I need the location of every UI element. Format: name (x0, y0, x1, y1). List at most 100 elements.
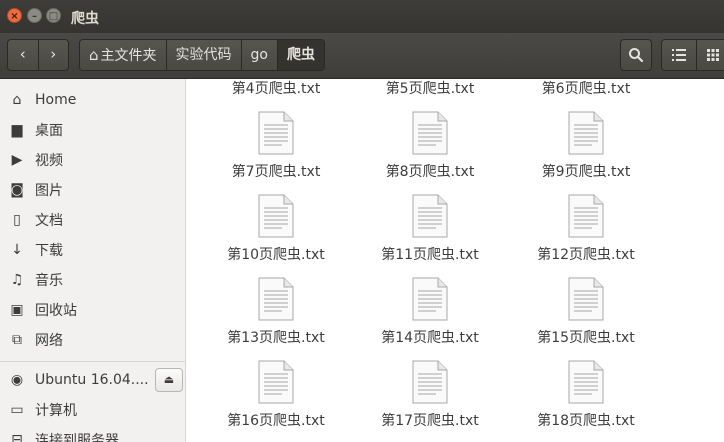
sidebar-item-desktop[interactable]: ▆ 桌面 (0, 115, 186, 145)
sidebar-item-label: 计算机 (35, 403, 77, 419)
breadcrumb-home[interactable]: ⌂ 主文件夹 (80, 40, 167, 70)
list-view-button[interactable] (662, 40, 696, 70)
video-icon: ▶ (11, 152, 23, 168)
folder-icon: ▆ (11, 122, 23, 138)
breadcrumb-code-folder[interactable]: 实验代码 (166, 40, 242, 70)
file-name: 第7页爬虫.txt (231, 164, 321, 180)
sidebar-item-connect-server[interactable]: ⊟ 连接到服务器 (0, 425, 186, 442)
file-item[interactable]: 第18页爬虫.txt (524, 360, 648, 440)
sidebar-item-trash[interactable]: ▣ 回收站 (0, 295, 186, 325)
sidebar-item-label: 视频 (35, 153, 63, 169)
camera-icon: ◙ (10, 182, 24, 198)
sidebar-item-label: 下载 (35, 243, 63, 259)
file-name: 第11页爬虫.txt (381, 247, 479, 263)
file-item[interactable]: 第10页爬虫.txt (214, 194, 338, 274)
disc-icon: ◉ (10, 372, 24, 388)
sidebar-item-label: 图片 (35, 183, 63, 199)
file-grid: 第4页爬虫.txt 第5页爬虫.txt 第6页爬虫.txt 第7页爬虫.txt … (186, 79, 724, 442)
file-name: 第10页爬虫.txt (227, 247, 325, 263)
list-icon (671, 49, 686, 61)
file-item[interactable]: 第11页爬虫.txt (368, 194, 492, 274)
sidebar-item-label: Ubuntu 16.04.... (35, 372, 149, 388)
title-bar: × – □ 爬虫 (0, 0, 724, 33)
text-file-icon (412, 360, 448, 404)
text-file-icon (568, 277, 604, 321)
header-bar: ‹ › ⌂ 主文件夹 实验代码 go 爬虫 (0, 33, 724, 79)
sidebar: ⌂ Home ▆ 桌面 ▶ 视频 ◙ 图片 ▯ 文档 ↓ 下载 ♫ 音乐 ▣ 回 (0, 79, 186, 442)
home-icon: ⌂ (89, 46, 99, 64)
sidebar-item-pictures[interactable]: ◙ 图片 (0, 175, 186, 205)
sidebar-item-label: 连接到服务器 (35, 433, 119, 442)
file-item[interactable]: 第16页爬虫.txt (214, 360, 338, 440)
text-file-icon (568, 360, 604, 404)
file-name: 第12页爬虫.txt (537, 247, 635, 263)
file-name: 第17页爬虫.txt (381, 413, 479, 429)
text-file-icon (258, 111, 294, 155)
grid-view-button[interactable] (695, 40, 724, 70)
eject-button[interactable]: ⏏ (155, 368, 183, 392)
file-item[interactable]: 第13页爬虫.txt (214, 277, 338, 357)
search-button[interactable] (620, 39, 652, 71)
breadcrumb: ⌂ 主文件夹 实验代码 go 爬虫 (79, 39, 325, 71)
sidebar-item-label: 桌面 (35, 123, 63, 139)
sidebar-item-label: 网络 (35, 333, 63, 349)
file-item[interactable]: 第9页爬虫.txt (524, 111, 648, 191)
sidebar-item-downloads[interactable]: ↓ 下载 (0, 235, 186, 265)
view-toggle (661, 39, 724, 71)
sidebar-item-home[interactable]: ⌂ Home (0, 85, 186, 115)
sidebar-item-label: 回收站 (35, 303, 77, 319)
file-name: 第16页爬虫.txt (227, 413, 325, 429)
sidebar-divider (0, 361, 186, 362)
download-icon: ↓ (11, 242, 23, 258)
back-button[interactable]: ‹ (8, 40, 38, 70)
text-file-icon (568, 111, 604, 155)
text-file-icon (258, 194, 294, 238)
sidebar-item-label: 文档 (35, 213, 63, 229)
file-name: 第13页爬虫.txt (227, 330, 325, 346)
music-icon: ♫ (10, 272, 24, 288)
file-item[interactable]: 第17页爬虫.txt (368, 360, 492, 440)
eject-icon: ⏏ (163, 373, 175, 386)
file-name: 第6页爬虫.txt (541, 81, 631, 97)
breadcrumb-label: 主文件夹 (100, 48, 157, 64)
maximize-window-button[interactable]: □ (46, 8, 61, 23)
sidebar-item-computer[interactable]: ▭ 计算机 (0, 395, 186, 425)
file-item[interactable]: 第8页爬虫.txt (368, 111, 492, 191)
document-icon: ▯ (13, 212, 21, 228)
server-icon: ⊟ (11, 432, 23, 442)
file-name: 第15页爬虫.txt (537, 330, 635, 346)
breadcrumb-current-folder[interactable]: 爬虫 (277, 40, 324, 70)
minimize-window-button[interactable]: – (27, 8, 42, 23)
file-name: 第9页爬虫.txt (541, 164, 631, 180)
window-title: 爬虫 (71, 11, 99, 27)
breadcrumb-go-folder[interactable]: go (241, 40, 278, 70)
sidebar-item-label: 音乐 (35, 273, 63, 289)
sidebar-item-network[interactable]: ⧉ 网络 (0, 325, 186, 355)
file-item[interactable]: 第12页爬虫.txt (524, 194, 648, 274)
file-name: 第8页爬虫.txt (385, 164, 475, 180)
network-icon: ⧉ (12, 332, 22, 348)
text-file-icon (568, 194, 604, 238)
sidebar-item-music[interactable]: ♫ 音乐 (0, 265, 186, 295)
file-name: 第5页爬虫.txt (385, 81, 475, 97)
sidebar-item-documents[interactable]: ▯ 文档 (0, 205, 186, 235)
text-file-icon (258, 277, 294, 321)
text-file-icon (412, 194, 448, 238)
text-file-icon (412, 277, 448, 321)
file-name: 第18页爬虫.txt (537, 413, 635, 429)
close-window-button[interactable]: × (7, 8, 22, 23)
file-manager-window: × – □ 爬虫 ‹ › ⌂ 主文件夹 实验代码 go 爬虫 ⌂ Home ▆ … (0, 0, 724, 442)
computer-icon: ▭ (10, 402, 24, 418)
trash-icon: ▣ (10, 302, 24, 318)
history-nav: ‹ › (7, 39, 69, 71)
grid-icon (707, 49, 720, 61)
file-item[interactable]: 第15页爬虫.txt (524, 277, 648, 357)
file-name: 第14页爬虫.txt (381, 330, 479, 346)
home-icon: ⌂ (12, 92, 22, 108)
text-file-icon (412, 111, 448, 155)
file-name: 第4页爬虫.txt (231, 81, 321, 97)
sidebar-item-videos[interactable]: ▶ 视频 (0, 145, 186, 175)
file-item[interactable]: 第7页爬虫.txt (214, 111, 338, 191)
forward-button[interactable]: › (37, 40, 69, 70)
file-item[interactable]: 第14页爬虫.txt (368, 277, 492, 357)
